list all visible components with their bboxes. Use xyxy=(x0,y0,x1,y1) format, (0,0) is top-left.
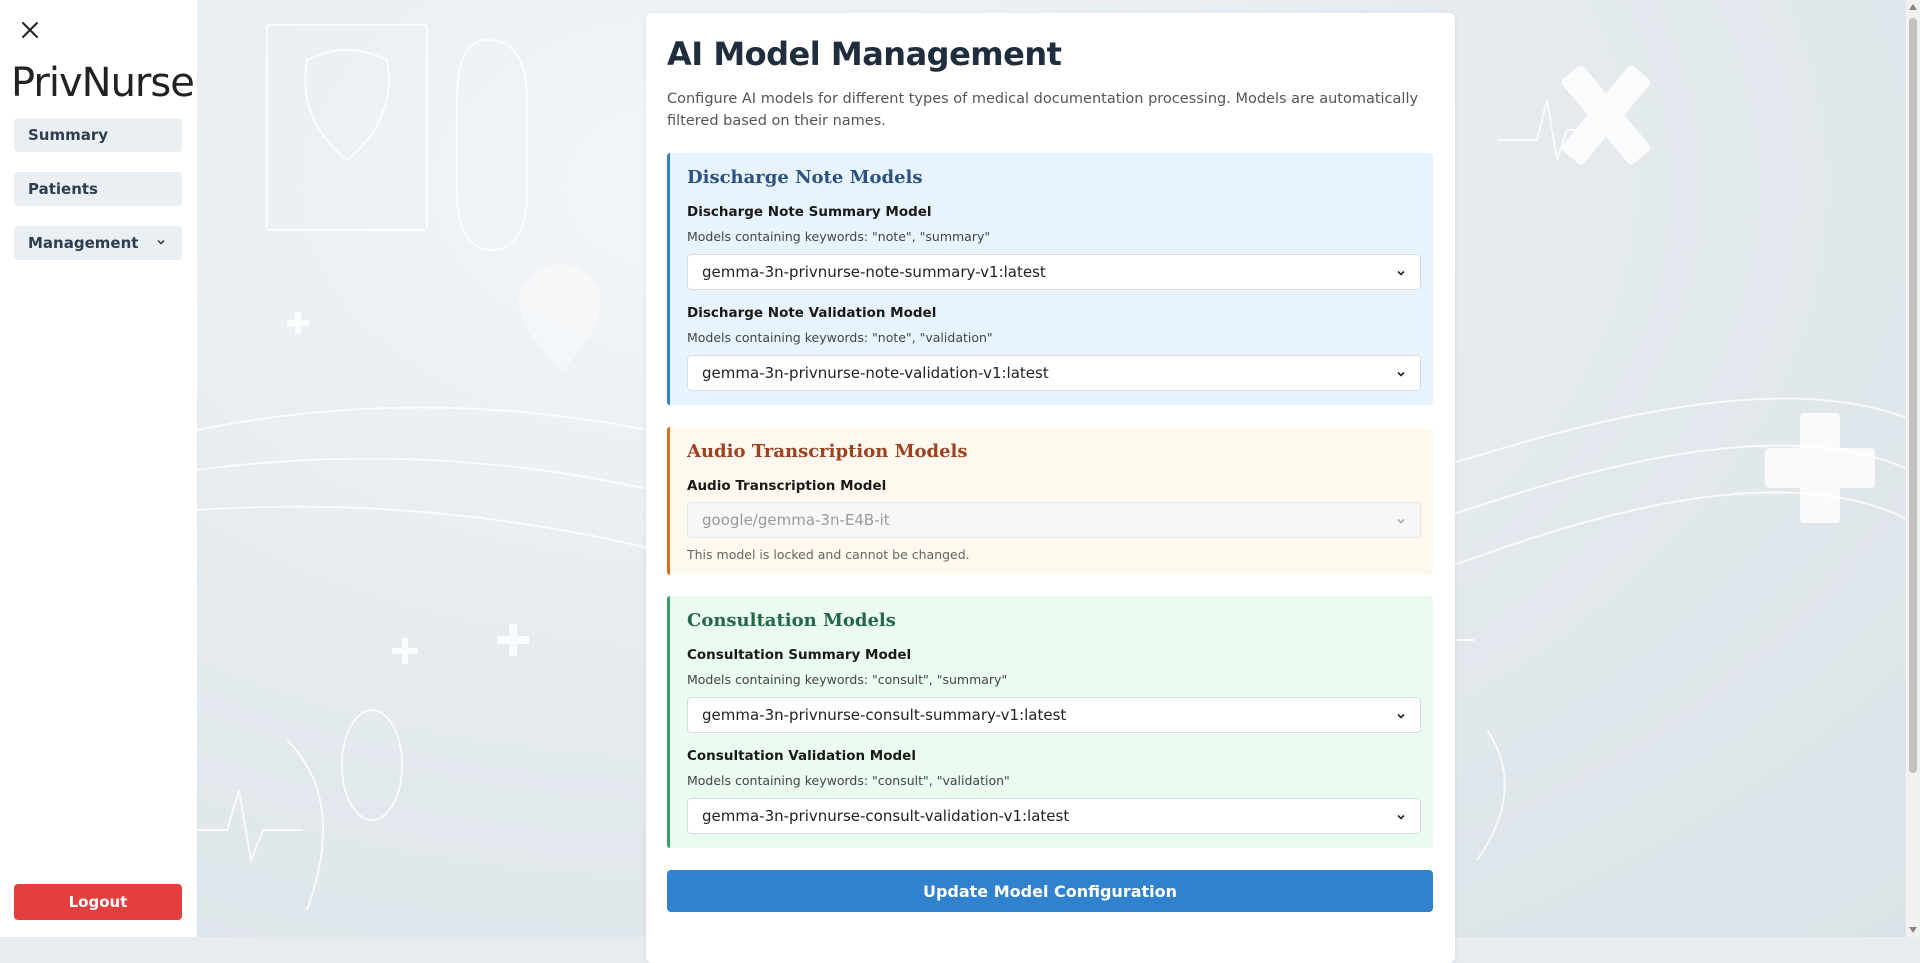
section-title: Audio Transcription Models xyxy=(687,441,968,462)
discharge-note-models-section: Discharge Note Models Discharge Note Sum… xyxy=(667,153,1433,405)
app-logo: PrivNurse xyxy=(11,60,195,106)
scroll-down-icon[interactable] xyxy=(1909,927,1917,933)
chevron-down-icon xyxy=(1397,371,1405,377)
select-value: google/gemma-3n-E4B-it xyxy=(702,511,890,529)
chevron-down-icon xyxy=(1397,518,1405,524)
chevron-down-icon xyxy=(1397,713,1405,719)
sidebar-item-management[interactable]: Management xyxy=(14,226,182,260)
section-title: Discharge Note Models xyxy=(687,167,923,188)
audio-transcription-model-label: Audio Transcription Model xyxy=(687,478,887,494)
audio-transcription-locked-note: This model is locked and cannot be chang… xyxy=(687,547,970,562)
discharge-validation-model-select[interactable]: gemma-3n-privnurse-note-validation-v1:la… xyxy=(687,355,1421,391)
consultation-validation-model-label: Consultation Validation Model xyxy=(687,748,916,764)
chevron-down-icon xyxy=(157,239,165,245)
update-model-configuration-button[interactable]: Update Model Configuration xyxy=(667,870,1433,912)
sidebar-item-label: Management xyxy=(28,234,139,252)
sidebar-item-label: Patients xyxy=(28,180,98,198)
sidebar-item-patients[interactable]: Patients xyxy=(14,172,182,206)
model-management-card: AI Model Management Configure AI models … xyxy=(646,13,1455,963)
chevron-down-icon xyxy=(1397,814,1405,820)
select-value: gemma-3n-privnurse-note-summary-v1:lates… xyxy=(702,263,1046,281)
discharge-validation-model-label: Discharge Note Validation Model xyxy=(687,305,937,321)
section-title: Consultation Models xyxy=(687,610,896,631)
consultation-summary-model-select[interactable]: gemma-3n-privnurse-consult-summary-v1:la… xyxy=(687,697,1421,733)
scrollbar-thumb[interactable] xyxy=(1909,18,1917,773)
discharge-validation-model-hint: Models containing keywords: "note", "val… xyxy=(687,330,993,345)
sidebar: PrivNurse Summary Patients Management Lo… xyxy=(0,0,197,937)
audio-transcription-models-section: Audio Transcription Models Audio Transcr… xyxy=(667,427,1433,575)
close-icon xyxy=(22,22,38,38)
discharge-summary-model-hint: Models containing keywords: "note", "sum… xyxy=(687,229,991,244)
select-value: gemma-3n-privnurse-consult-summary-v1:la… xyxy=(702,706,1067,724)
discharge-summary-model-select[interactable]: gemma-3n-privnurse-note-summary-v1:lates… xyxy=(687,254,1421,290)
close-sidebar-button[interactable] xyxy=(18,18,42,42)
page-title: AI Model Management xyxy=(667,35,1062,73)
page-scrollbar[interactable] xyxy=(1906,0,1920,937)
consultation-validation-model-hint: Models containing keywords: "consult", "… xyxy=(687,773,1010,788)
sidebar-item-label: Summary xyxy=(28,126,109,144)
sidebar-item-summary[interactable]: Summary xyxy=(14,118,182,152)
page-description: Configure AI models for different types … xyxy=(667,91,1419,129)
select-value: gemma-3n-privnurse-note-validation-v1:la… xyxy=(702,364,1049,382)
consultation-validation-model-select[interactable]: gemma-3n-privnurse-consult-validation-v1… xyxy=(687,798,1421,834)
chevron-down-icon xyxy=(1397,270,1405,276)
consultation-summary-model-label: Consultation Summary Model xyxy=(687,647,912,663)
consultation-models-section: Consultation Models Consultation Summary… xyxy=(667,596,1433,848)
select-value: gemma-3n-privnurse-consult-validation-v1… xyxy=(702,807,1070,825)
scroll-up-icon[interactable] xyxy=(1909,4,1917,10)
logout-button[interactable]: Logout xyxy=(14,884,182,920)
discharge-summary-model-label: Discharge Note Summary Model xyxy=(687,204,932,220)
audio-transcription-model-select: google/gemma-3n-E4B-it xyxy=(687,502,1421,538)
consultation-summary-model-hint: Models containing keywords: "consult", "… xyxy=(687,672,1008,687)
